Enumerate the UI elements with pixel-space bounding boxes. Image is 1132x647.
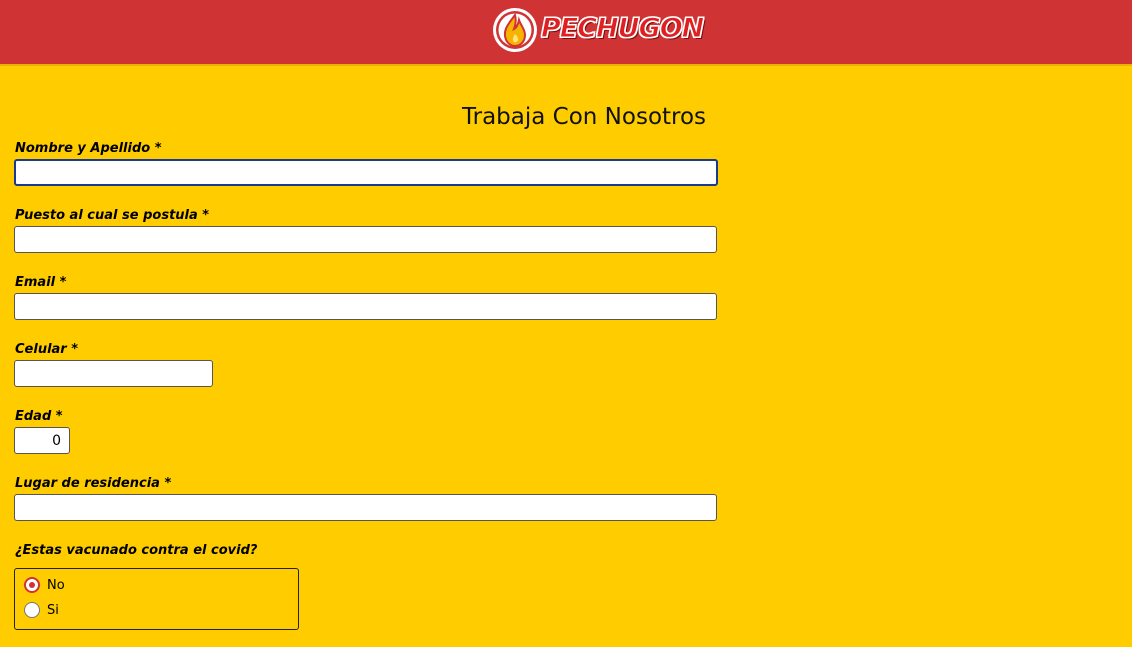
- nombre-apellido-input[interactable]: [14, 159, 718, 186]
- vacunado-question: ¿Estas vacunado contra el covid?: [15, 543, 258, 558]
- email-field[interactable]: [14, 293, 717, 320]
- celular-label: Celular *: [15, 342, 79, 357]
- radio-checked-icon[interactable]: [24, 577, 40, 593]
- site-header: PECHUGON: [0, 0, 1132, 66]
- radio-dot-icon: [29, 582, 35, 588]
- radio-unchecked-icon[interactable]: [24, 602, 40, 618]
- residencia-input[interactable]: [14, 494, 717, 521]
- page-title: Trabaja Con Nosotros: [461, 104, 707, 130]
- brand-logo[interactable]: PECHUGON: [491, 6, 705, 54]
- vacunado-radio-group: No Si: [14, 568, 299, 630]
- puesto-label: Puesto al cual se postula *: [15, 208, 210, 223]
- radio-label-si: Si: [47, 603, 59, 618]
- residencia-label: Lugar de residencia *: [15, 476, 172, 491]
- brand-wordmark: PECHUGON: [540, 13, 704, 44]
- email-label: Email *: [15, 275, 67, 290]
- edad-number-input[interactable]: [14, 427, 70, 454]
- nombre-label: Nombre y Apellido *: [15, 141, 162, 156]
- puesto-input[interactable]: [14, 226, 717, 253]
- flame-logo-icon: [493, 8, 537, 52]
- celular-input[interactable]: [14, 360, 213, 387]
- edad-label: Edad *: [15, 409, 63, 424]
- radio-label-no: No: [47, 578, 65, 593]
